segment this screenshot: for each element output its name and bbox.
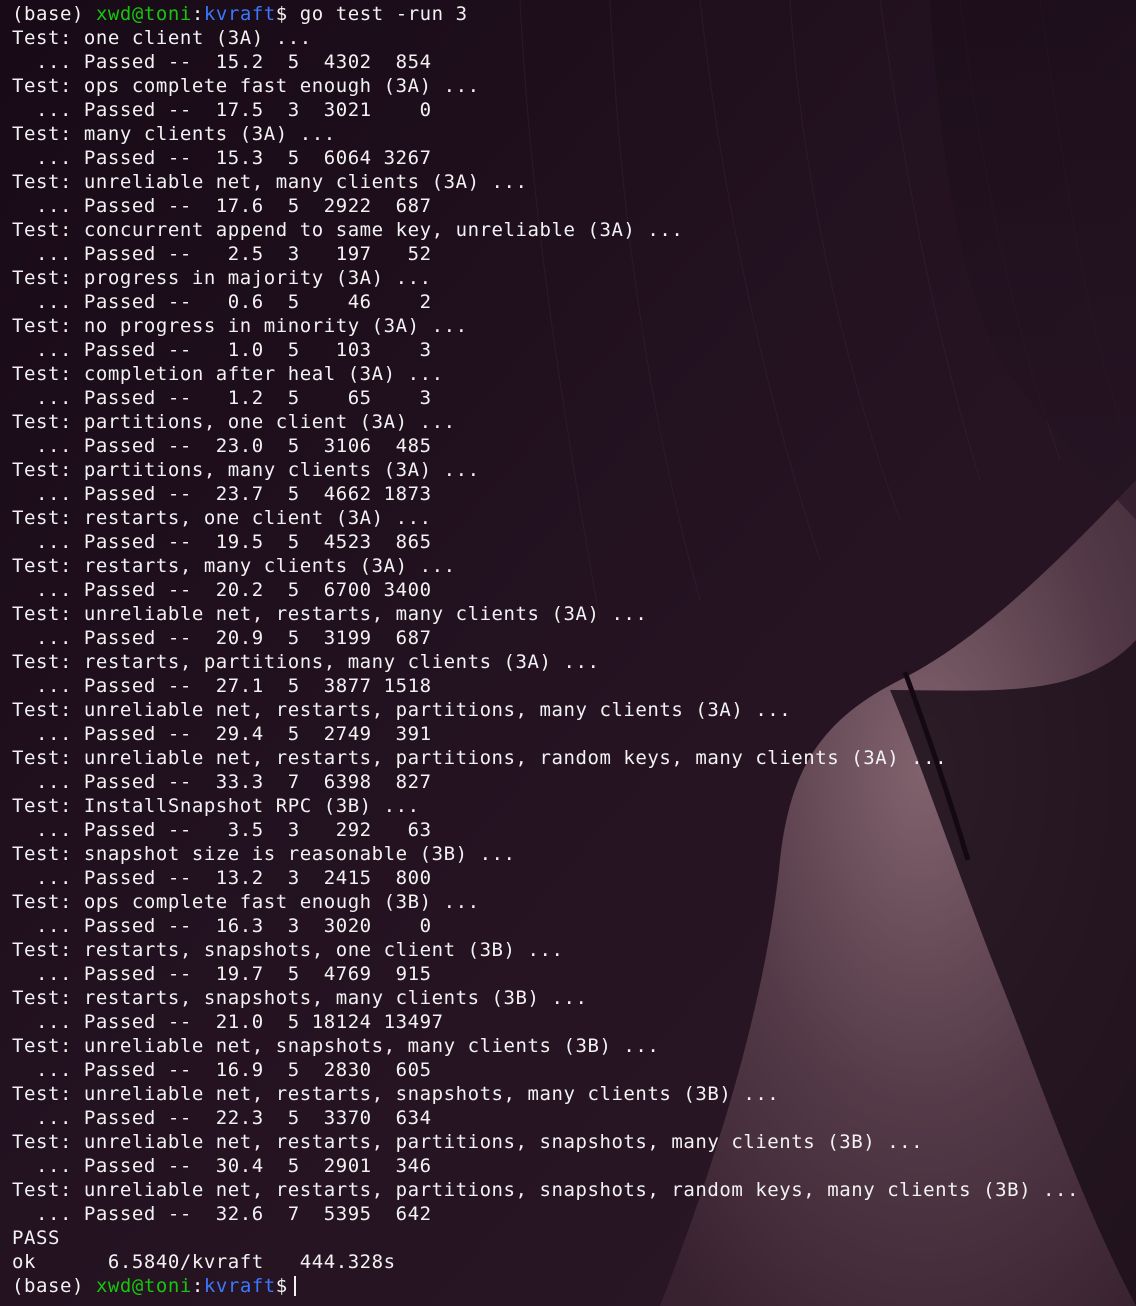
output-line: Test: InstallSnapshot RPC (3B) ... bbox=[12, 795, 420, 817]
output-line: ... Passed -- 29.4 5 2749 391 bbox=[12, 723, 432, 745]
output-line: ... Passed -- 27.1 5 3877 1518 bbox=[12, 675, 432, 697]
output-line: ... Passed -- 19.5 5 4523 865 bbox=[12, 531, 432, 553]
conda-env: (base) bbox=[12, 3, 84, 25]
prompt-line: (base) xwd@toni:kvraft$ go test -run 3 bbox=[12, 2, 1128, 26]
output-line: ... Passed -- 0.6 5 46 2 bbox=[12, 291, 432, 313]
output-line: ... Passed -- 16.9 5 2830 605 bbox=[12, 1059, 432, 1081]
prompt-directory: kvraft bbox=[203, 1275, 276, 1297]
output-line: ... Passed -- 19.7 5 4769 915 bbox=[12, 963, 432, 985]
output-line: Test: unreliable net, restarts, partitio… bbox=[12, 1179, 1080, 1201]
output-line: Test: one client (3A) ... bbox=[12, 27, 312, 49]
output-block: Test: one client (3A) ... ... Passed -- … bbox=[12, 26, 1128, 1274]
output-line: ... Passed -- 17.6 5 2922 687 bbox=[12, 195, 432, 217]
command-text: go test -run 3 bbox=[299, 3, 468, 25]
output-line: ok 6.5840/kvraft 444.328s bbox=[12, 1251, 396, 1273]
output-line: ... Passed -- 13.2 3 2415 800 bbox=[12, 867, 432, 889]
prompt-symbol: $ bbox=[275, 1275, 288, 1297]
output-line: Test: restarts, many clients (3A) ... bbox=[12, 555, 456, 577]
output-line: ... Passed -- 20.2 5 6700 3400 bbox=[12, 579, 432, 601]
output-line: Test: partitions, one client (3A) ... bbox=[12, 411, 456, 433]
output-line: ... Passed -- 2.5 3 197 52 bbox=[12, 243, 432, 265]
output-line: ... Passed -- 15.3 5 6064 3267 bbox=[12, 147, 432, 169]
output-line: Test: unreliable net, many clients (3A) … bbox=[12, 171, 528, 193]
output-line: Test: restarts, snapshots, one client (3… bbox=[12, 939, 564, 961]
output-line: Test: restarts, snapshots, many clients … bbox=[12, 987, 588, 1009]
output-line: Test: restarts, partitions, many clients… bbox=[12, 651, 600, 673]
conda-env: (base) bbox=[12, 1275, 84, 1297]
output-line: ... Passed -- 17.5 3 3021 0 bbox=[12, 99, 432, 121]
prompt-directory: kvraft bbox=[203, 3, 276, 25]
prompt-separator: : bbox=[191, 3, 204, 25]
output-line: ... Passed -- 23.0 5 3106 485 bbox=[12, 435, 432, 457]
output-line: Test: restarts, one client (3A) ... bbox=[12, 507, 432, 529]
output-line: ... Passed -- 15.2 5 4302 854 bbox=[12, 51, 432, 73]
output-line: Test: partitions, many clients (3A) ... bbox=[12, 459, 480, 481]
text-cursor[interactable] bbox=[293, 1276, 296, 1296]
output-line: Test: many clients (3A) ... bbox=[12, 123, 336, 145]
output-line: Test: unreliable net, restarts, partitio… bbox=[12, 747, 948, 769]
terminal-output[interactable]: (base) xwd@toni:kvraft$ go test -run 3 T… bbox=[12, 2, 1128, 1298]
output-line: Test: unreliable net, restarts, snapshot… bbox=[12, 1083, 780, 1105]
output-line: ... Passed -- 3.5 3 292 63 bbox=[12, 819, 432, 841]
output-line: PASS bbox=[12, 1227, 60, 1249]
output-line: ... Passed -- 30.4 5 2901 346 bbox=[12, 1155, 432, 1177]
output-line: ... Passed -- 32.6 7 5395 642 bbox=[12, 1203, 432, 1225]
output-line: Test: completion after heal (3A) ... bbox=[12, 363, 444, 385]
output-line: ... Passed -- 22.3 5 3370 634 bbox=[12, 1107, 432, 1129]
output-line: ... Passed -- 33.3 7 6398 827 bbox=[12, 771, 432, 793]
output-line: Test: unreliable net, snapshots, many cl… bbox=[12, 1035, 660, 1057]
output-line: Test: progress in majority (3A) ... bbox=[12, 267, 432, 289]
output-line: ... Passed -- 23.7 5 4662 1873 bbox=[12, 483, 432, 505]
output-line: Test: no progress in minority (3A) ... bbox=[12, 315, 468, 337]
output-line: Test: unreliable net, restarts, partitio… bbox=[12, 699, 792, 721]
output-line: Test: snapshot size is reasonable (3B) .… bbox=[12, 843, 516, 865]
prompt-user-host: xwd@toni bbox=[95, 1275, 192, 1297]
output-line: Test: concurrent append to same key, unr… bbox=[12, 219, 684, 241]
output-line: Test: ops complete fast enough (3A) ... bbox=[12, 75, 480, 97]
output-line: Test: unreliable net, restarts, many cli… bbox=[12, 603, 648, 625]
prompt-symbol: $ bbox=[275, 3, 288, 25]
output-line: ... Passed -- 20.9 5 3199 687 bbox=[12, 627, 432, 649]
output-line: ... Passed -- 1.0 5 103 3 bbox=[12, 339, 432, 361]
output-line: ... Passed -- 21.0 5 18124 13497 bbox=[12, 1011, 444, 1033]
prompt-user-host: xwd@toni bbox=[95, 3, 192, 25]
prompt-line-current[interactable]: (base) xwd@toni:kvraft$ bbox=[12, 1274, 1128, 1298]
output-line: Test: ops complete fast enough (3B) ... bbox=[12, 891, 480, 913]
output-line: Test: unreliable net, restarts, partitio… bbox=[12, 1131, 924, 1153]
output-line: ... Passed -- 1.2 5 65 3 bbox=[12, 387, 432, 409]
output-line: ... Passed -- 16.3 3 3020 0 bbox=[12, 915, 432, 937]
prompt-separator: : bbox=[191, 1275, 204, 1297]
